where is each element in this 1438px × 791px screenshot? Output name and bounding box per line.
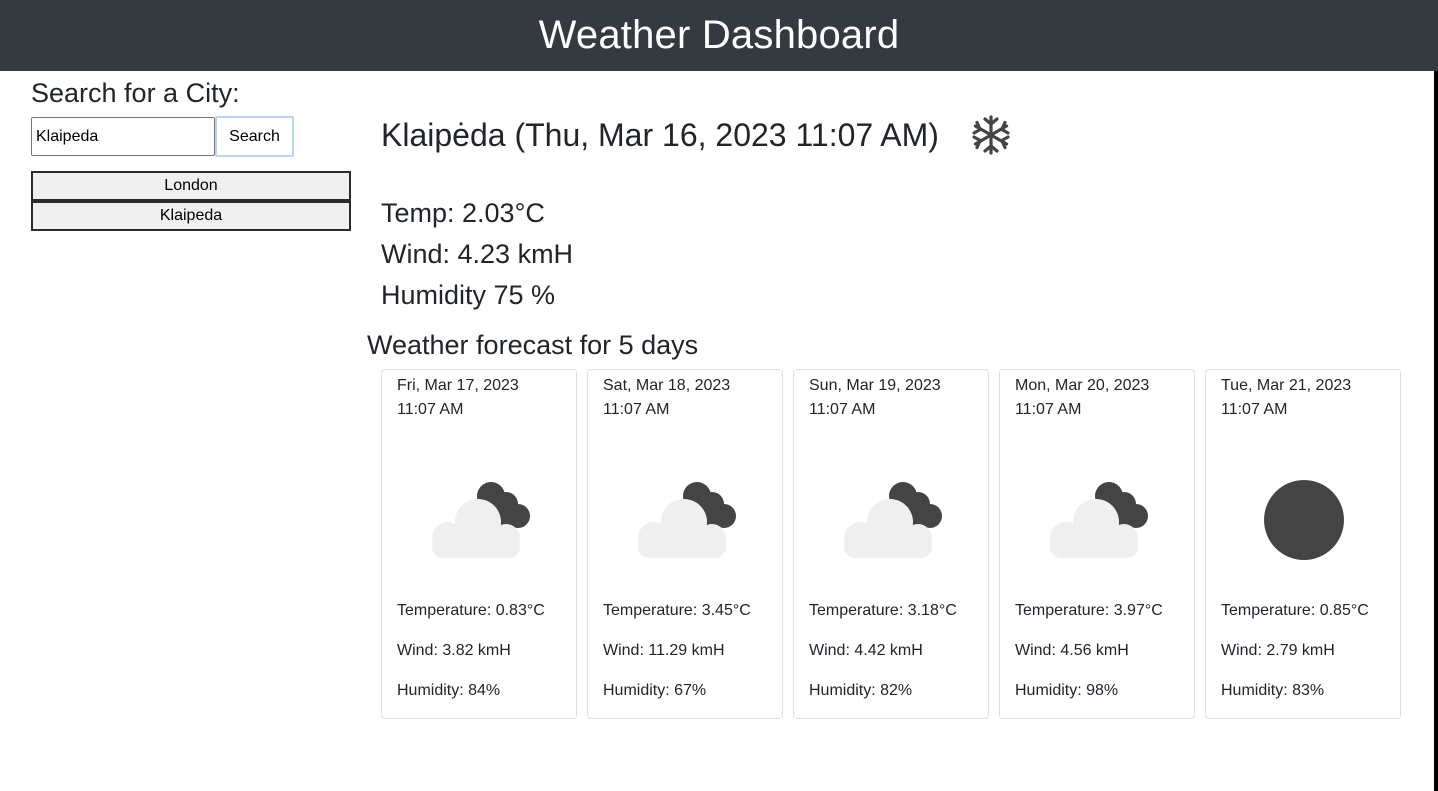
current-humidity: Humidity 75 % [381, 280, 556, 310]
forecast-card: Tue, Mar 21, 2023 11:07 AM Temperature: … [1205, 369, 1401, 719]
forecast-date: Fri, Mar 17, 2023 11:07 AM [397, 377, 519, 418]
current-wind: Wind: 4.23 kmH [381, 239, 574, 269]
current-city-title: Klaipėda (Thu, Mar 16, 2023 11:07 AM) [381, 116, 939, 153]
forecast-title: Weather forecast for 5 days [367, 330, 699, 360]
forecast-card: Fri, Mar 17, 2023 11:07 AM Temperature: … [381, 369, 577, 719]
forecast-humidity: Humidity: 98% [1015, 682, 1119, 699]
snowflake-icon [972, 115, 1010, 155]
forecast-card: Sun, Mar 19, 2023 11:07 AM Temperature: … [793, 369, 989, 719]
window-edge [1434, 71, 1438, 791]
city-search-input[interactable] [31, 117, 215, 156]
forecast-wind: Wind: 3.82 kmH [397, 642, 511, 659]
cloud-icon [638, 482, 736, 558]
forecast-wind: Wind: 4.42 kmH [809, 642, 923, 659]
forecast-humidity: Humidity: 83% [1221, 682, 1325, 699]
page-title: Weather Dashboard [538, 13, 900, 57]
forecast-temp: Temperature: 0.83°C [397, 602, 545, 619]
search-button[interactable]: Search [215, 116, 294, 157]
search-heading: Search for a City: [31, 78, 240, 108]
cloud-icon [1050, 482, 1148, 558]
forecast-list: Fri, Mar 17, 2023 11:07 AM Temperature: … [381, 369, 1401, 719]
cloud-icon [432, 482, 530, 558]
cloud-icon [844, 482, 942, 558]
forecast-humidity: Humidity: 84% [397, 682, 501, 699]
history-item-klaipeda[interactable]: Klaipeda [31, 201, 351, 231]
forecast-card: Sat, Mar 18, 2023 11:07 AM Temperature: … [587, 369, 783, 719]
current-stats: Temp: 2.03°C Wind: 4.23 kmH Humidity 75 … [381, 193, 1411, 316]
forecast-date: Sat, Mar 18, 2023 11:07 AM [603, 377, 731, 418]
search-history: London Klaipeda [31, 171, 351, 231]
forecast-wind: Wind: 2.79 kmH [1221, 642, 1335, 659]
search-row: Search [31, 116, 351, 157]
forecast-date: Sun, Mar 19, 2023 11:07 AM [809, 377, 941, 418]
forecast-card: Mon, Mar 20, 2023 11:07 AM Temperature: … [999, 369, 1195, 719]
current-title-row: Klaipėda (Thu, Mar 16, 2023 11:07 AM) [381, 110, 1411, 160]
page-header: Weather Dashboard [0, 0, 1438, 71]
sidebar: Search for a City: Search London Klaiped… [31, 78, 351, 231]
forecast-temp: Temperature: 0.85°C [1221, 602, 1369, 619]
forecast-humidity: Humidity: 67% [603, 682, 707, 699]
forecast-humidity: Humidity: 82% [809, 682, 913, 699]
forecast-temp: Temperature: 3.97°C [1015, 602, 1163, 619]
forecast-wind: Wind: 4.56 kmH [1015, 642, 1129, 659]
history-item-london[interactable]: London [31, 171, 351, 201]
forecast-date: Tue, Mar 21, 2023 11:07 AM [1221, 377, 1352, 418]
circle-icon [1264, 480, 1344, 560]
forecast-temp: Temperature: 3.45°C [603, 602, 751, 619]
current-weather: Klaipėda (Thu, Mar 16, 2023 11:07 AM) Te… [381, 110, 1411, 316]
forecast-date: Mon, Mar 20, 2023 11:07 AM [1015, 377, 1150, 418]
forecast-wind: Wind: 11.29 kmH [603, 642, 725, 659]
forecast-temp: Temperature: 3.18°C [809, 602, 957, 619]
current-temp: Temp: 2.03°C [381, 198, 545, 228]
